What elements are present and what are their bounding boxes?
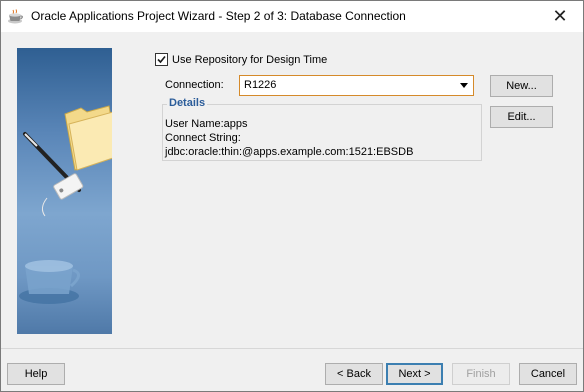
user-name-text: User Name:apps: [165, 118, 248, 130]
cancel-button[interactable]: Cancel: [519, 363, 577, 385]
title-bar: Oracle Applications Project Wizard - Ste…: [1, 1, 583, 32]
wizard-illustration: [17, 48, 112, 334]
edit-connection-button[interactable]: Edit...: [490, 106, 553, 128]
back-button[interactable]: < Back: [325, 363, 383, 385]
connection-select[interactable]: R1226: [239, 75, 474, 96]
use-repository-label: Use Repository for Design Time: [172, 53, 328, 66]
finish-button: Finish: [452, 363, 510, 385]
chevron-down-icon[interactable]: [460, 83, 468, 88]
use-repository-option[interactable]: Use Repository for Design Time: [155, 53, 327, 66]
help-button[interactable]: Help: [7, 363, 65, 385]
details-title: Details: [167, 97, 208, 109]
use-repository-checkbox[interactable]: [155, 53, 168, 66]
connection-value: R1226: [244, 79, 277, 91]
new-connection-button[interactable]: New...: [490, 75, 553, 97]
coffee-cup-icon: [7, 9, 25, 25]
window-title: Oracle Applications Project Wizard - Ste…: [31, 9, 406, 23]
connect-string-label: Connect String:: [165, 132, 241, 144]
connection-label: Connection:: [165, 79, 224, 91]
footer-divider: [1, 348, 583, 349]
wizard-window: Oracle Applications Project Wizard - Ste…: [0, 0, 584, 392]
next-button[interactable]: Next >: [386, 363, 443, 385]
connect-string-value: jdbc:oracle:thin:@apps.example.com:1521:…: [165, 146, 414, 158]
close-icon[interactable]: ✕: [537, 1, 583, 32]
